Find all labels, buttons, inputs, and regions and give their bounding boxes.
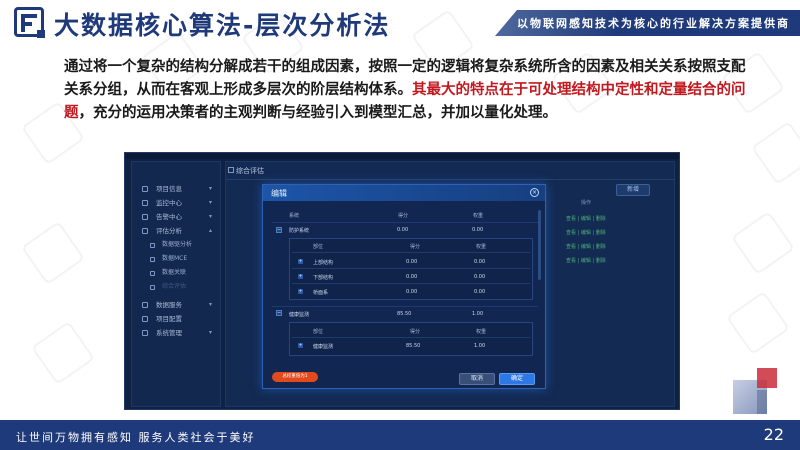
- expand-icon[interactable]: +: [298, 343, 303, 348]
- col-header-part: 部位: [313, 244, 324, 250]
- sidebar-subitem-data-analysis[interactable]: 数据驱分析: [132, 238, 222, 252]
- part-score: 0.00: [406, 274, 418, 280]
- divider: [292, 337, 530, 338]
- folder-icon: [142, 186, 148, 192]
- app-topbar: [125, 153, 679, 159]
- app-sidebar: 项目信息 ▾ 监控中心 ▾ 告警中心 ▾ 评估分析 ▴ 数据驱分析 数据MCE 数据关联…: [131, 161, 221, 407]
- watermark-logo: [750, 120, 800, 186]
- cancel-button[interactable]: 取消: [459, 373, 495, 385]
- part-score: 85.50: [406, 343, 421, 349]
- col-header-score: 得分: [398, 213, 409, 219]
- col-header-score: 得分: [410, 329, 421, 335]
- analysis-icon: [142, 228, 148, 234]
- system-score: 85.50: [397, 311, 412, 317]
- part-weight: 1.00: [474, 343, 486, 349]
- chevron-down-icon: ▾: [208, 213, 212, 220]
- sidebar-item-system-admin[interactable]: 系统管理 ▾: [132, 326, 222, 340]
- company-tagline: 以物联网感知技术为核心的行业解决方案提供商: [517, 17, 790, 30]
- modal-scrollbar[interactable]: [538, 210, 541, 280]
- part-weight: 0.00: [474, 289, 486, 295]
- sidebar-subitem-correlation[interactable]: 数据关联: [132, 266, 222, 280]
- divider: [272, 222, 538, 223]
- system-name: 防护系统: [289, 228, 310, 234]
- page-number: 22: [763, 425, 784, 444]
- col-header-weight: 权重: [476, 329, 487, 335]
- intro-paragraph: 通过将一个复杂的结构分解成若干的组成因素，按照一定的逻辑将复杂系统所含的因素及相…: [64, 56, 754, 125]
- part-name: 下部结构: [313, 275, 334, 281]
- page-title: 大数据核心算法-层次分析法: [54, 11, 391, 40]
- sidebar-item-project-config[interactable]: 项目配置: [132, 312, 222, 326]
- part-weight: 0.00: [474, 259, 486, 265]
- expand-icon[interactable]: +: [298, 289, 303, 294]
- chevron-up-icon: ▴: [208, 227, 212, 234]
- divider: [226, 179, 674, 180]
- collapse-toggle[interactable]: −: [276, 227, 282, 233]
- chevron-down-icon: ▾: [208, 199, 212, 206]
- col-header-score: 得分: [410, 244, 421, 250]
- sidebar-subitem-mce[interactable]: 数据MCE: [132, 252, 222, 266]
- monitor-icon: [142, 200, 148, 206]
- row-actions[interactable]: 查看 | 编辑 | 删除: [566, 243, 606, 250]
- edit-icon: [228, 167, 234, 173]
- part-name: 健康监测: [313, 344, 334, 350]
- intro-text-tail: ，充分的运用决策者的主观判断与经验引入到模型汇总，并加以量化处理。: [78, 105, 558, 121]
- divider: [292, 283, 530, 284]
- weight-tip-badge: 总权重值为1: [272, 372, 318, 382]
- chevron-down-icon: ▾: [208, 301, 212, 308]
- alarm-icon: [142, 214, 148, 220]
- part-name: 桥面系: [313, 290, 329, 296]
- watermark-logo: [730, 210, 796, 276]
- sidebar-item-project-info[interactable]: 项目信息 ▾: [132, 182, 222, 196]
- divider: [272, 306, 538, 307]
- chevron-down-icon: ▾: [208, 329, 212, 336]
- part-score: 0.00: [406, 259, 418, 265]
- sidebar-item-analysis[interactable]: 评估分析 ▴: [132, 224, 222, 238]
- decor-square: [757, 368, 777, 388]
- collapse-toggle[interactable]: −: [276, 310, 282, 316]
- database-icon: [142, 302, 148, 308]
- row-actions[interactable]: 查看 | 编辑 | 删除: [566, 229, 606, 236]
- system-weight: 1.00: [472, 311, 484, 317]
- modal-header: [263, 185, 545, 201]
- col-header-weight: 权重: [473, 213, 484, 219]
- node-icon: [150, 271, 155, 276]
- ops-column-header: 操作: [581, 200, 592, 206]
- sidebar-item-alarm[interactable]: 告警中心 ▾: [132, 210, 222, 224]
- node-icon: [150, 243, 155, 248]
- new-button[interactable]: 新增: [616, 184, 650, 196]
- pane-title: 综合评估: [236, 167, 264, 175]
- modal-title: 编辑: [271, 189, 287, 198]
- expand-icon[interactable]: +: [298, 274, 303, 279]
- expand-icon[interactable]: +: [298, 259, 303, 264]
- row-actions[interactable]: 查看 | 编辑 | 删除: [566, 215, 606, 222]
- node-icon: [150, 285, 155, 290]
- decor-square: [757, 390, 767, 414]
- part-name: 上部结构: [313, 260, 334, 266]
- part-score: 0.00: [406, 289, 418, 295]
- divider: [292, 268, 530, 269]
- node-icon: [150, 257, 155, 262]
- system-name: 健康监测: [289, 312, 310, 318]
- footer-slogan: 让世间万物拥有感知 服务人类社会于美好: [16, 431, 256, 444]
- sidebar-item-monitor[interactable]: 监控中心 ▾: [132, 196, 222, 210]
- col-header-weight: 权重: [476, 244, 487, 250]
- divider: [292, 252, 530, 253]
- col-header-part: 部位: [313, 329, 324, 335]
- confirm-button[interactable]: 确定: [499, 373, 535, 385]
- gear-icon: [142, 330, 148, 336]
- sidebar-subitem-evaluation[interactable]: 综合评估: [132, 280, 222, 294]
- brand-logo: [14, 7, 45, 38]
- row-actions[interactable]: 查看 | 编辑 | 删除: [566, 257, 606, 264]
- sidebar-item-data-service[interactable]: 数据服务 ▾: [132, 298, 222, 312]
- chevron-down-icon: ▾: [208, 185, 212, 192]
- config-icon: [142, 316, 148, 322]
- system-weight: 0.00: [472, 227, 484, 233]
- close-icon[interactable]: ×: [530, 188, 539, 197]
- col-header-system: 系统: [289, 213, 300, 219]
- part-weight: 0.00: [474, 274, 486, 280]
- system-score: 0.00: [397, 227, 409, 233]
- watermark-logo: [725, 290, 791, 356]
- watermark-logo: [30, 320, 96, 386]
- watermark-logo: [20, 220, 86, 286]
